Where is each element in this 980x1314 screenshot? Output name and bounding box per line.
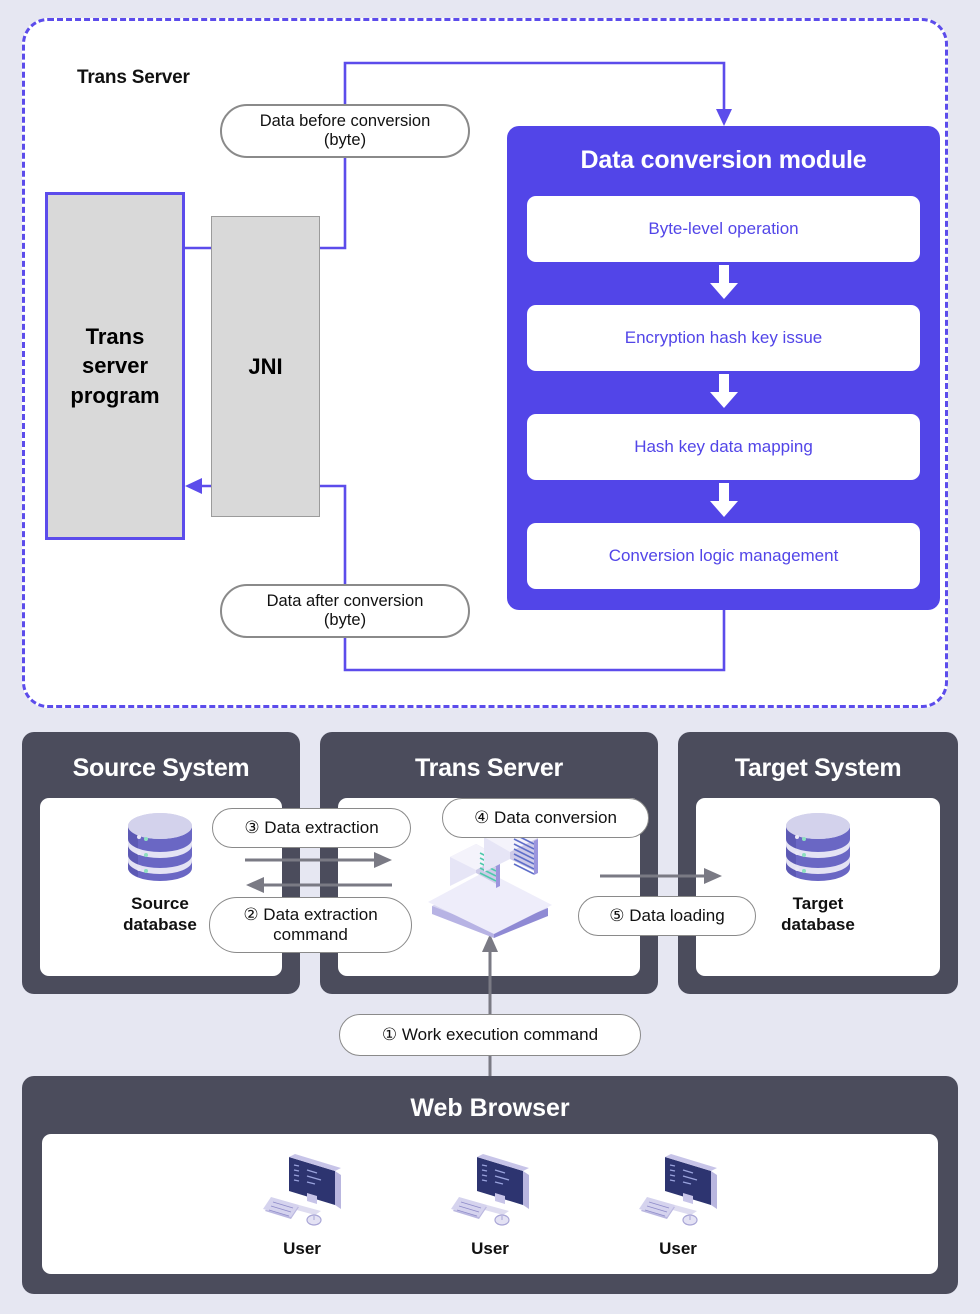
module-step-arrow-icon [710,374,738,408]
panel-trans-server-title: Trans Server [415,754,563,782]
pill-data-before-conversion: Data before conversion (byte) [220,104,470,158]
module-step-arrow-icon [710,265,738,299]
module-step-byte-level-operation: Byte-level operation [527,196,920,262]
database-icon [128,813,192,881]
data-conversion-module: Data conversion module Byte-level operat… [507,126,940,610]
panel-web-browser: Web Browser User User User [22,1076,958,1294]
module-step-label: Encryption hash key issue [624,328,823,347]
user-label: User [471,1239,509,1258]
pill-data-extraction-command-label: ② Data extraction command [243,905,378,944]
trans-server-program-box: Trans server program [45,192,185,540]
module-step-label: Conversion logic management [608,546,839,565]
diagram-canvas: Trans Server Trans server program JNI Data… [0,0,980,1314]
pill-work-execution-command: ① Work execution command [339,1014,641,1056]
source-database-label: Source database [123,894,197,934]
user-workstation: User [630,1149,726,1259]
server-rack-block [420,824,560,938]
server-rack-icon [428,824,552,938]
module-step-arrow-icon [710,483,738,517]
module-step-conversion-logic-management: Conversion logic management [527,523,920,589]
pill-work-execution-command-label: ① Work execution command [381,1025,599,1045]
pill-data-extraction-command: ② Data extraction command [209,897,412,953]
panel-web-browser-body: User User User [42,1134,938,1274]
panel-web-browser-title: Web Browser [410,1094,570,1122]
pill-data-conversion: ④ Data conversion [442,798,649,838]
pill-data-after-conversion: Data after conversion (byte) [220,584,470,638]
module-step-encryption-hash-key-issue: Encryption hash key issue [527,305,920,371]
user-label: User [659,1239,697,1258]
data-conversion-module-title: Data conversion module [580,146,867,174]
desktop-computer-icon [639,1154,717,1226]
panel-source-system-title: Source System [72,754,250,782]
target-database-block: Target database [736,808,900,935]
desktop-computer-icon [451,1154,529,1226]
desktop-computer-icon [263,1154,341,1226]
panel-target-system-title: Target System [734,754,902,782]
user-workstation: User [254,1149,350,1259]
pill-data-extraction-label: ③ Data extraction [244,818,379,838]
jni-label: JNI [248,353,283,379]
module-step-label: Hash key data mapping [634,437,813,456]
database-icon [786,813,850,881]
panel-title-trans-server: Trans Server [77,67,190,88]
user-workstation: User [442,1149,538,1259]
pill-data-after-conversion-label: Data after conversion (byte) [266,591,424,629]
jni-box: JNI [211,216,320,517]
pill-data-loading: ⑤ Data loading [578,896,756,936]
pill-data-extraction: ③ Data extraction [212,808,411,848]
module-step-label: Byte-level operation [648,219,799,238]
pill-data-conversion-label: ④ Data conversion [474,808,617,828]
pill-data-loading-label: ⑤ Data loading [609,906,725,926]
user-label: User [283,1239,321,1258]
module-step-hash-key-data-mapping: Hash key data mapping [527,414,920,480]
trans-server-program-label: Trans server program [70,324,160,408]
target-database-label: Target database [781,894,855,934]
pill-data-before-conversion-label: Data before conversion (byte) [259,111,431,149]
